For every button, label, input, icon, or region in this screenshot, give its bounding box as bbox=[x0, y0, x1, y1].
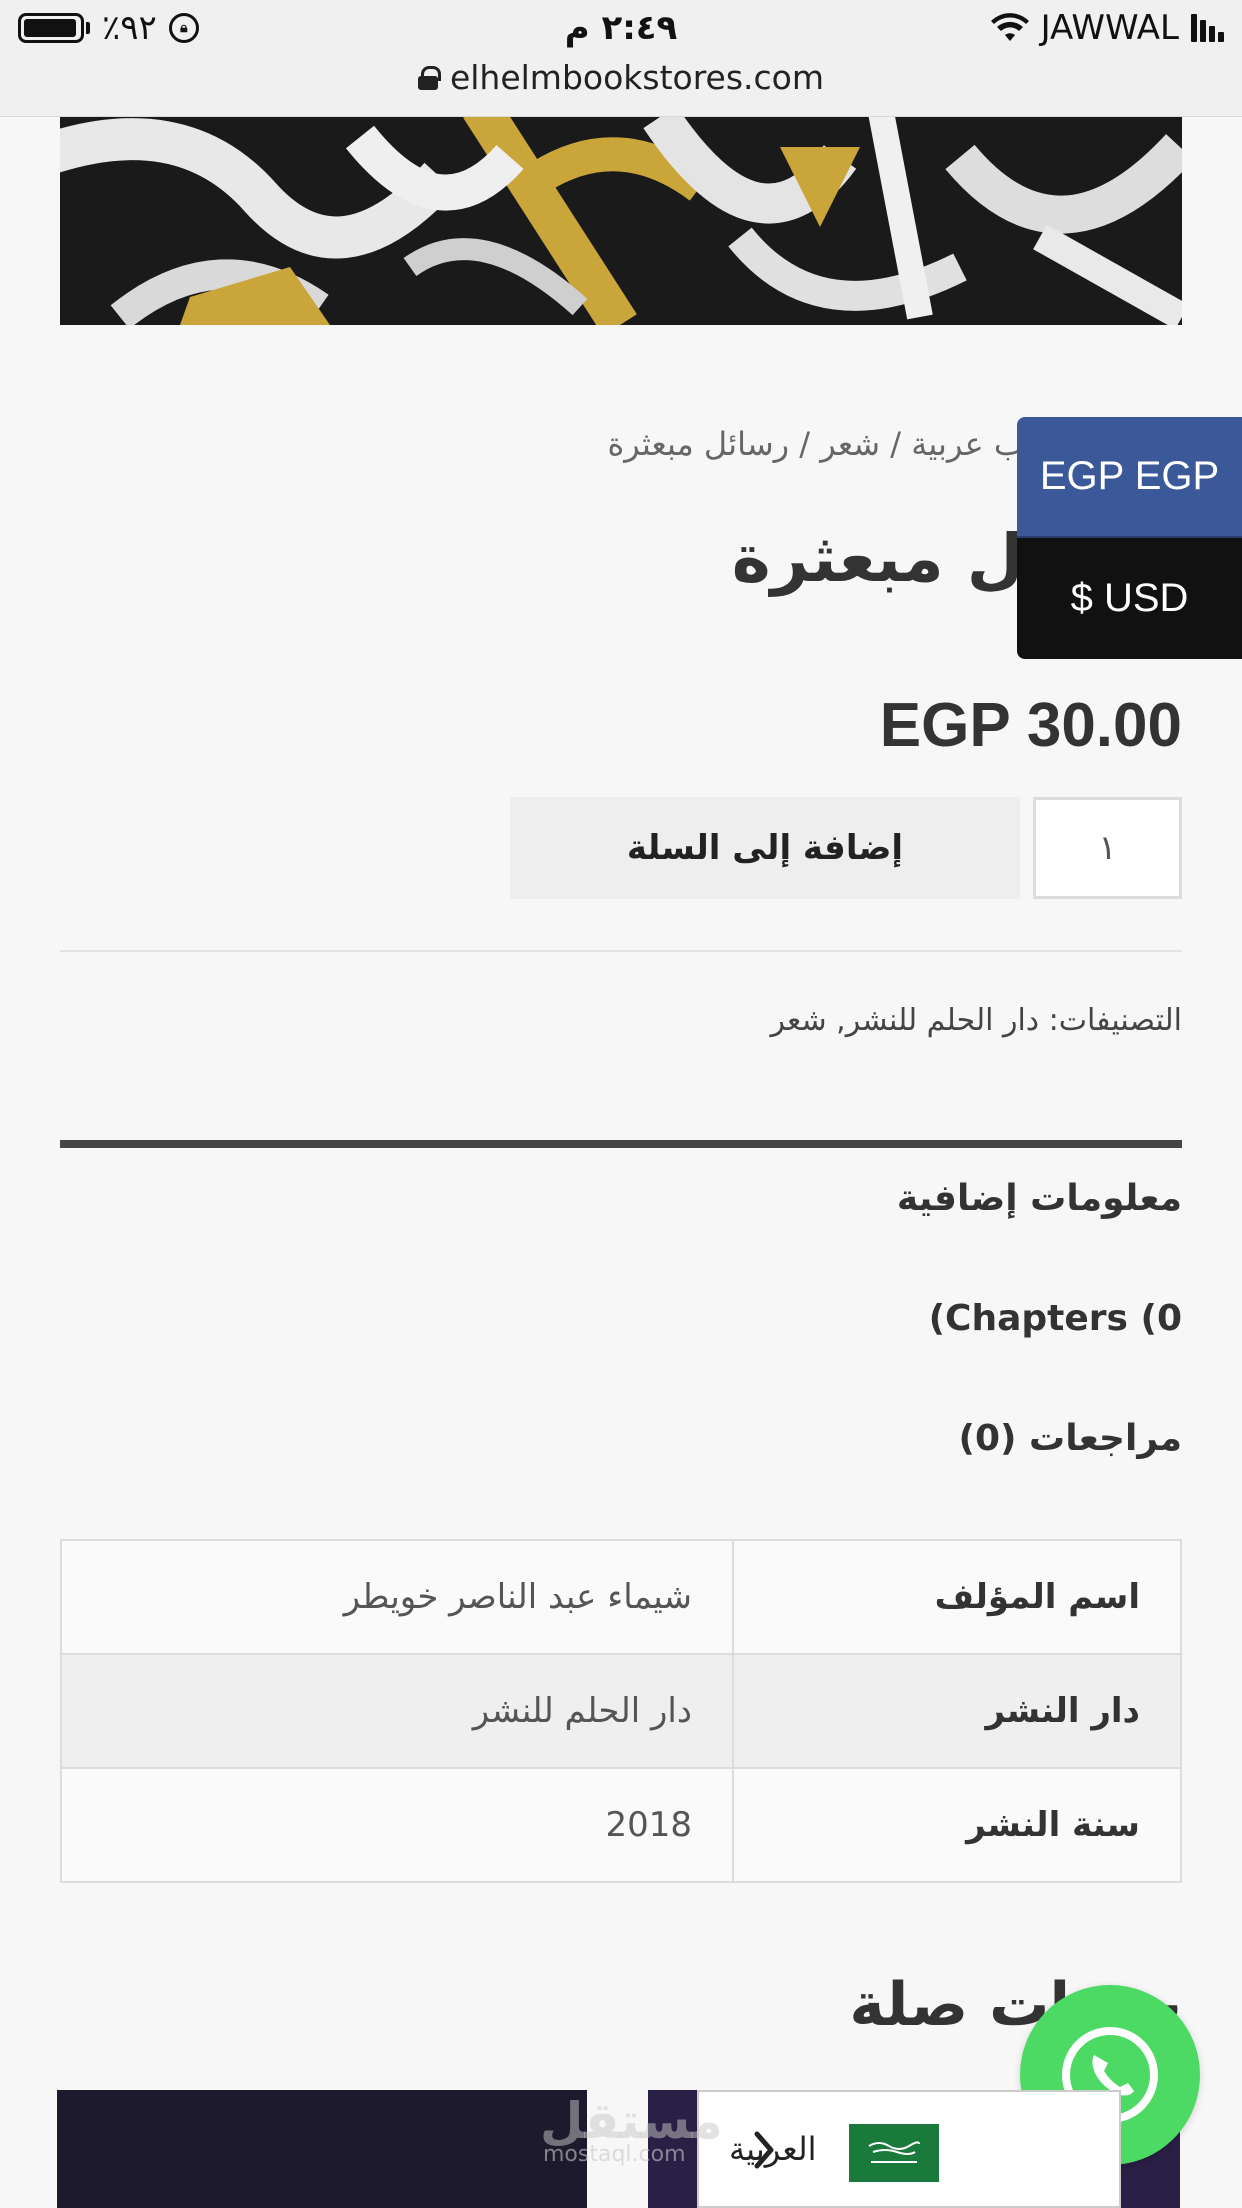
add-to-cart-button[interactable]: إضافة إلى السلة bbox=[510, 797, 1020, 899]
status-right: JAWWAL bbox=[990, 8, 1224, 48]
product-attributes-table: اسم المؤلف شيماء عبد الناصر خويطر دار ال… bbox=[60, 1539, 1182, 1883]
chevron-right-icon bbox=[754, 2131, 774, 2169]
address-bar[interactable]: elhelmbookstores.com bbox=[0, 58, 1242, 97]
language-switcher[interactable]: العربية bbox=[697, 2090, 1121, 2208]
attribute-name: دار النشر bbox=[732, 1653, 1182, 1769]
attribute-row: سنة النشر 2018 bbox=[60, 1767, 1182, 1883]
attribute-name: اسم المؤلف bbox=[732, 1539, 1182, 1655]
wifi-icon bbox=[990, 13, 1029, 41]
tab-reviews[interactable]: مراجعات (0) bbox=[959, 1418, 1182, 1459]
product-title: ل مبعثرة bbox=[731, 520, 1024, 597]
hero-banner-image bbox=[60, 117, 1182, 325]
tab-additional-info[interactable]: معلومات إضافية bbox=[897, 1178, 1182, 1219]
breadcrumb[interactable]: ب عربية / شعر / رسائل مبعثرة bbox=[607, 425, 1024, 463]
watermark-url: mostaql.com bbox=[543, 2142, 686, 2167]
signal-icon bbox=[1191, 14, 1224, 42]
product-price: EGP 30.00 bbox=[879, 691, 1182, 760]
browser-top-bar: ٪٩٢ 🔒︎ ٢:٤٩ م JAWWAL elhelmbookstores.co… bbox=[0, 0, 1242, 117]
divider bbox=[60, 950, 1182, 952]
carrier-name: JAWWAL bbox=[1040, 8, 1179, 48]
padlock-icon bbox=[417, 65, 441, 90]
attribute-name: سنة النشر bbox=[732, 1767, 1182, 1883]
attribute-value: دار الحلم للنشر bbox=[60, 1653, 734, 1769]
related-product-thumbnail[interactable] bbox=[57, 2090, 587, 2208]
currency-switcher: EGP EGP $ USD bbox=[1017, 417, 1242, 659]
calligraphy-artwork bbox=[60, 117, 1182, 325]
attribute-value: 2018 bbox=[60, 1767, 734, 1883]
attribute-row: اسم المؤلف شيماء عبد الناصر خويطر bbox=[60, 1539, 1182, 1655]
saudi-flag-icon bbox=[849, 2124, 939, 2182]
attribute-row: دار النشر دار الحلم للنشر bbox=[60, 1653, 1182, 1769]
currency-egp-button[interactable]: EGP EGP bbox=[1017, 417, 1242, 538]
currency-usd-button[interactable]: $ USD bbox=[1017, 538, 1242, 659]
tabs-divider bbox=[60, 1140, 1182, 1148]
product-categories[interactable]: التصنيفات: دار الحلم للنشر, شعر bbox=[770, 1003, 1182, 1038]
url-text: elhelmbookstores.com bbox=[449, 58, 825, 97]
quantity-input[interactable]: ١ bbox=[1033, 797, 1182, 899]
attribute-value: شيماء عبد الناصر خويطر bbox=[60, 1539, 734, 1655]
tab-chapters[interactable]: (Chapters (0 bbox=[929, 1298, 1182, 1339]
page: ٪٩٢ 🔒︎ ٢:٤٩ م JAWWAL elhelmbookstores.co… bbox=[0, 0, 1242, 2208]
